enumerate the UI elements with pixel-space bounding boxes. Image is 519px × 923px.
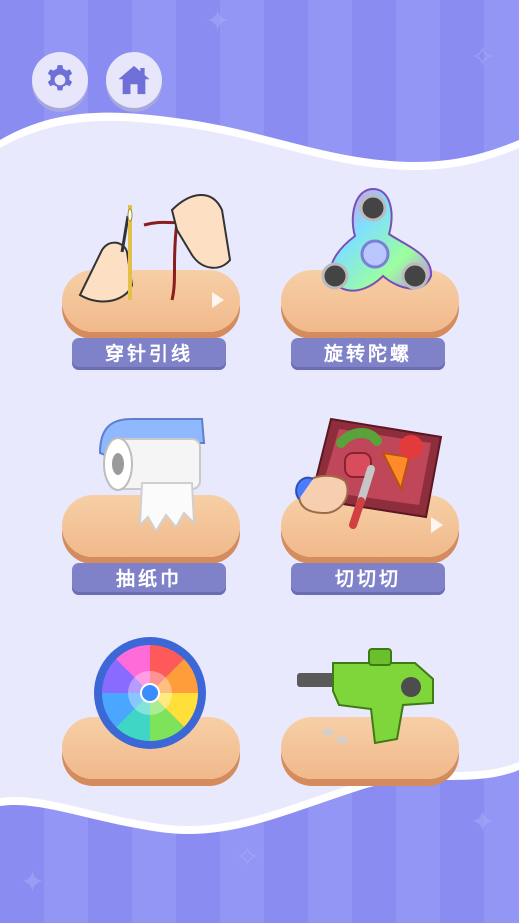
- home-icon: [118, 65, 150, 95]
- fidget-spinner-icon: [321, 187, 433, 292]
- toy-gun-icon: [297, 648, 434, 745]
- game-card-tissue[interactable]: 抽纸巾: [62, 405, 240, 595]
- color-wheel-icon: [94, 637, 206, 749]
- needle-thread-icon: [78, 194, 232, 303]
- game-card-toy-gun[interactable]: [281, 635, 459, 779]
- game-label: 切切切: [291, 563, 445, 595]
- gear-icon: [47, 65, 73, 91]
- game-label: 旋转陀螺: [291, 338, 445, 370]
- settings-button[interactable]: [32, 52, 88, 108]
- game-card-color-wheel[interactable]: [62, 635, 240, 779]
- game-card-fidget-spinner[interactable]: 旋转陀螺: [281, 170, 459, 370]
- game-label: 抽纸巾: [72, 563, 226, 595]
- game-card-cutting[interactable]: 切切切: [281, 405, 459, 595]
- cutting-board-icon: [295, 417, 443, 529]
- tissue-roll-icon: [98, 418, 206, 533]
- game-card-needle-thread[interactable]: 穿针引线: [62, 170, 240, 370]
- game-label: 穿针引线: [72, 338, 226, 370]
- home-button[interactable]: [106, 52, 162, 108]
